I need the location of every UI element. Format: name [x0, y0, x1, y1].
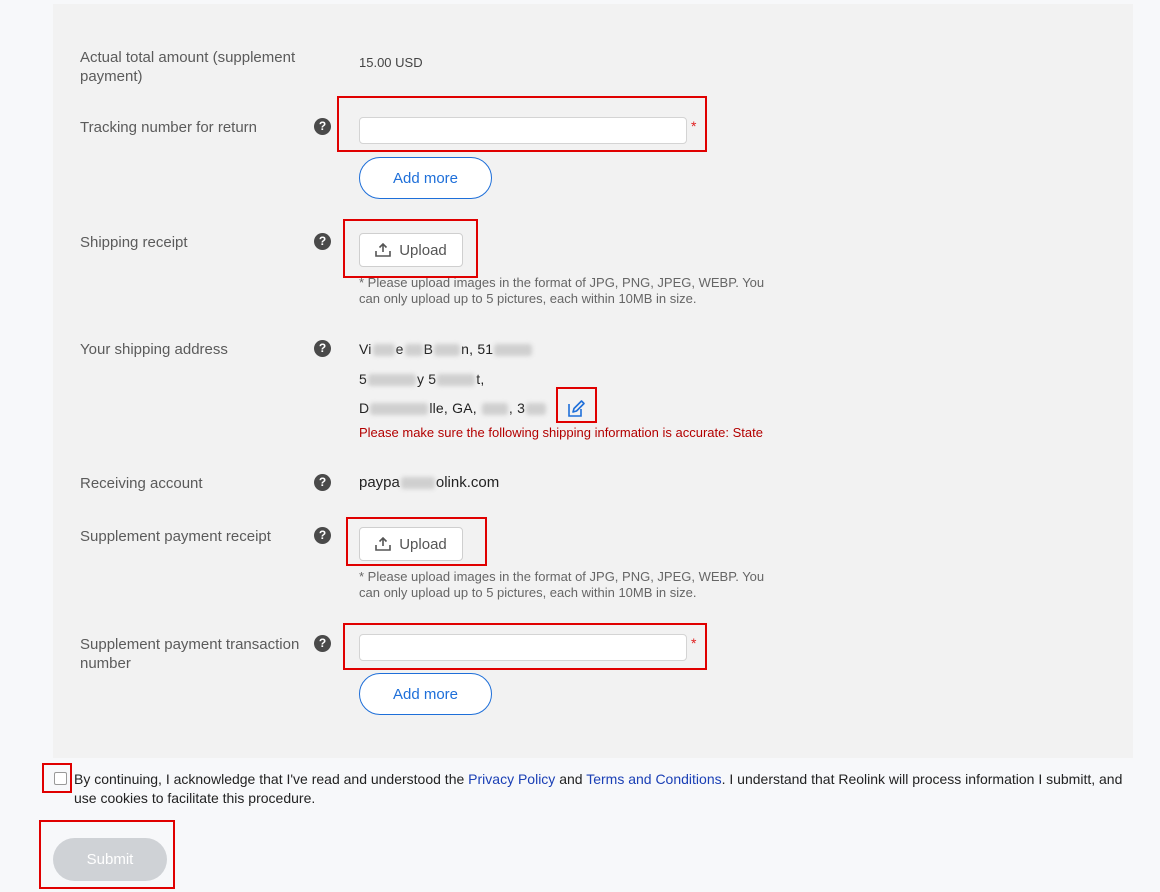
- supplement-receipt-upload-button[interactable]: Upload: [359, 527, 463, 561]
- supplement-transaction-input[interactable]: [359, 634, 687, 661]
- receiving-account-help-icon[interactable]: ?: [314, 474, 331, 491]
- shipping-receipt-upload-button[interactable]: Upload: [359, 233, 463, 267]
- privacy-policy-link[interactable]: Privacy Policy: [468, 771, 555, 787]
- tracking-add-more-button[interactable]: Add more: [359, 157, 492, 199]
- address-line-3: Dlle, GA, , 3: [359, 400, 547, 416]
- acknowledge-checkbox[interactable]: [54, 772, 67, 785]
- supplement-transaction-add-more-button[interactable]: Add more: [359, 673, 492, 715]
- upload-icon: [375, 537, 392, 551]
- shipping-receipt-help-icon[interactable]: ?: [314, 233, 331, 250]
- submit-button[interactable]: Submit: [53, 838, 167, 881]
- upload-icon: [375, 243, 392, 257]
- supplement-transaction-label: Supplement payment transaction number: [80, 636, 300, 672]
- supplement-transaction-help-icon[interactable]: ?: [314, 635, 331, 652]
- address-line-2: 5y 5 t,: [359, 371, 485, 387]
- edit-address-icon[interactable]: [566, 399, 586, 419]
- supplement-receipt-label: Supplement payment receipt: [80, 528, 271, 545]
- upload-label: Upload: [399, 535, 447, 553]
- address-warning: Please make sure the following shipping …: [359, 425, 763, 440]
- shipping-address-help-icon[interactable]: ?: [314, 340, 331, 357]
- supplement-receipt-hint: * Please upload images in the format of …: [359, 569, 765, 600]
- tracking-number-input[interactable]: [359, 117, 687, 144]
- acknowledge-text: By continuing, I acknowledge that I've r…: [74, 771, 1123, 806]
- supplement-receipt-help-icon[interactable]: ?: [314, 527, 331, 544]
- tracking-required-mark: *: [691, 118, 697, 134]
- address-line-1: Vi e Bn, 51: [359, 341, 533, 357]
- actual-total-value: 15.00 USD: [359, 55, 423, 70]
- tracking-help-icon[interactable]: ?: [314, 118, 331, 135]
- receiving-account-label: Receiving account: [80, 475, 203, 492]
- upload-label: Upload: [399, 241, 447, 259]
- actual-total-label: Actual total amount (supplement payment): [80, 49, 296, 85]
- receiving-account-value: paypa olink.com: [359, 474, 500, 491]
- terms-link[interactable]: Terms and Conditions: [586, 771, 721, 787]
- supplement-transaction-required-mark: *: [691, 635, 697, 651]
- shipping-address-label: Your shipping address: [80, 341, 228, 358]
- shipping-receipt-hint: * Please upload images in the format of …: [359, 275, 765, 306]
- shipping-receipt-label: Shipping receipt: [80, 234, 188, 251]
- tracking-number-label: Tracking number for return: [80, 119, 258, 136]
